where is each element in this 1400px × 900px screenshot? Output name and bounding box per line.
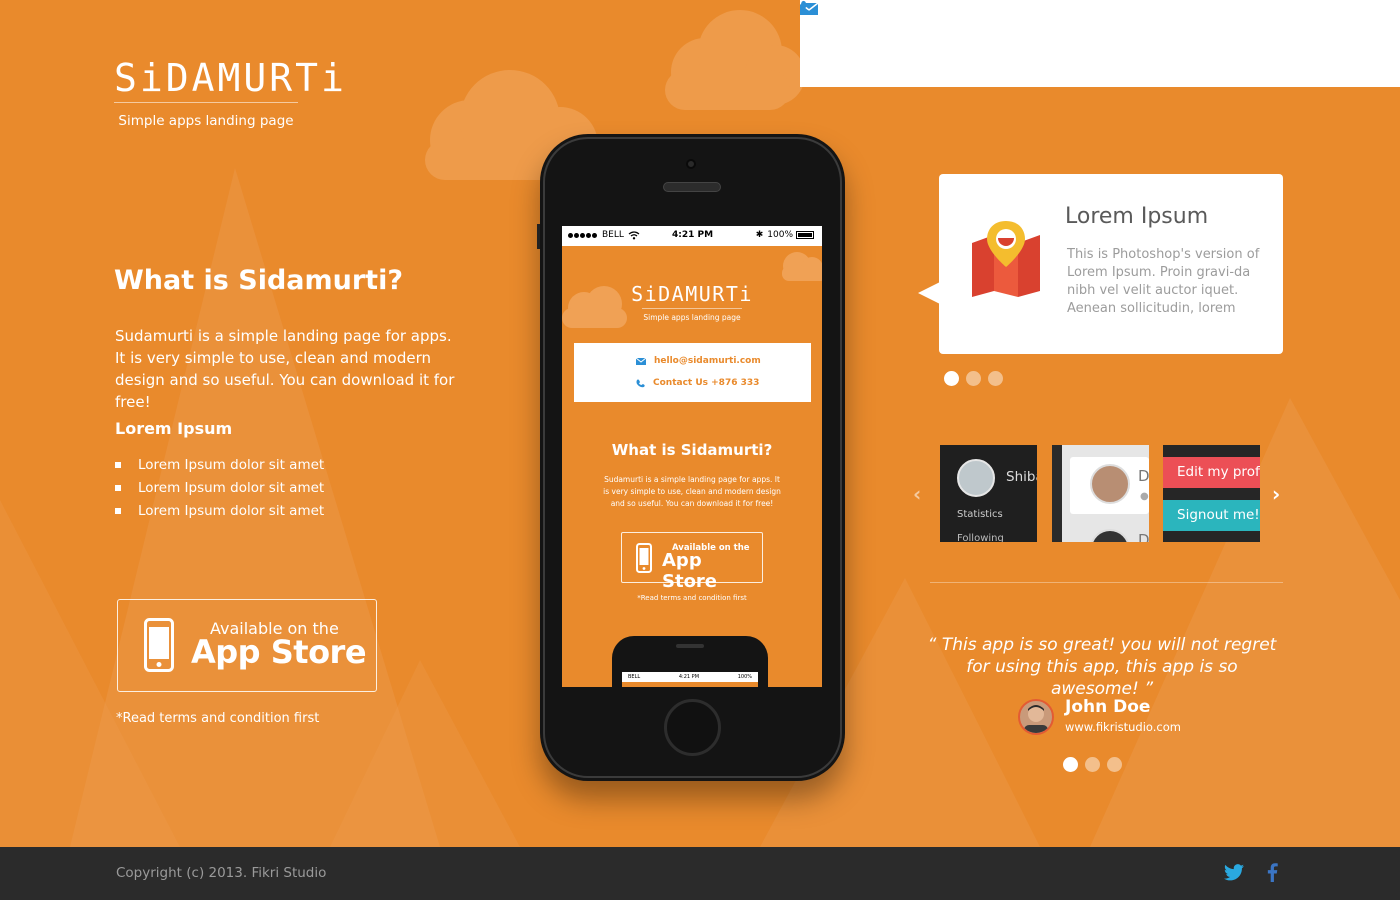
mobile-intro: Sudamurti is a simple landing page for a… — [603, 475, 781, 508]
screenshot-thumbnail[interactable]: Shiba Statistics Following — [940, 445, 1037, 542]
mobile-terms: *Read terms and condition first — [637, 594, 747, 602]
intro-text: Sudamurti is a simple landing page for a… — [115, 327, 455, 411]
feature-text: This is Photoshop's version of Lorem Ips… — [1067, 247, 1260, 316]
home-button — [664, 699, 721, 756]
camera-icon — [686, 159, 696, 169]
battery-label: 100% — [767, 230, 793, 240]
smartphone-icon — [636, 543, 652, 573]
phone-screen: BELL 4:21 PM ✱ 100% SiDAMURTi Simple app… — [562, 226, 822, 687]
speaker-grille — [663, 182, 721, 192]
pager-dot[interactable] — [1107, 757, 1122, 772]
testimonial-quote: “ This app is so great! you will not reg… — [927, 635, 1277, 699]
list-item: Lorem Ipsum dolor sit amet — [115, 499, 324, 522]
pager-dot[interactable] — [966, 371, 981, 386]
bullet-icon — [115, 484, 121, 491]
status-bar: BELL 4:21 PM ✱ 100% — [562, 226, 822, 246]
wifi-icon — [628, 230, 640, 239]
screenshot-thumbnail[interactable]: D ● D — [1052, 445, 1149, 542]
avatar — [957, 459, 995, 497]
logo-wordmark: SiDAMURTi — [114, 56, 344, 103]
copyright-text: Copyright (c) 2013. Fikri Studio — [116, 865, 327, 881]
map-pin-icon — [972, 221, 1040, 297]
nested-phone-mockup: BELL 4:21 PM 100% — [612, 636, 768, 687]
signal-icon — [568, 232, 598, 238]
bluetooth-icon: ✱ — [755, 230, 764, 240]
contact-phone[interactable]: Contact Us +876 333 — [800, 0, 1007, 20]
features-subheading: Lorem Ipsum — [115, 419, 233, 438]
feature-title: Lorem Ipsum — [1065, 204, 1209, 229]
avatar — [1018, 699, 1054, 735]
cloud-icon — [782, 252, 822, 281]
list-item: Lorem Ipsum dolor sit amet — [115, 453, 324, 476]
feature-card: Lorem Ipsum This is Photoshop's version … — [939, 174, 1283, 354]
chevron-left-icon[interactable]: ‹ — [913, 482, 921, 506]
pager-dot-active[interactable] — [1063, 757, 1078, 772]
app-store-button[interactable]: Available on the App Store — [117, 599, 377, 692]
phone-mockup: BELL 4:21 PM ✱ 100% SiDAMURTi Simple app… — [537, 134, 845, 781]
mobile-app-store-button[interactable]: Available on the App Store — [621, 532, 763, 592]
author-name: John Doe — [1065, 697, 1151, 717]
terms-link[interactable]: *Read terms and condition first — [116, 711, 319, 726]
testimonial-pager — [1063, 757, 1129, 772]
mobile-logo: SiDAMURTi Simple apps landing page — [631, 282, 753, 322]
brand-logo[interactable]: SiDAMURTi Simple apps landing page — [114, 56, 344, 129]
twitter-icon[interactable] — [1224, 864, 1244, 881]
status-time: 4:21 PM — [672, 230, 714, 240]
feature-list: Lorem Ipsum dolor sit amet Lorem Ipsum d… — [115, 453, 324, 522]
intro-heading: What is Sidamurti? — [114, 265, 403, 296]
carrier-label: BELL — [602, 230, 624, 240]
nested-status-bar: BELL 4:21 PM 100% — [622, 672, 758, 682]
mobile-contact-box: hello@sidamurti.com Contact Us +876 333 — [574, 343, 811, 402]
mobile-phone[interactable]: Contact Us +876 333 — [636, 378, 759, 388]
location-icon: ● — [1140, 491, 1149, 502]
app-store-label: App Store — [191, 633, 367, 671]
card-pointer — [918, 282, 940, 304]
footer: Copyright (c) 2013. Fikri Studio — [0, 847, 1400, 900]
pager-dot[interactable] — [1085, 757, 1100, 772]
hero-section: SiDAMURTi Simple apps landing page What … — [0, 0, 1400, 847]
feature-pager — [944, 371, 1010, 386]
pager-dot[interactable] — [988, 371, 1003, 386]
chevron-right-icon[interactable]: › — [1272, 482, 1280, 506]
phone-icon — [800, 0, 816, 15]
mobile-heading: What is Sidamurti? — [611, 441, 773, 459]
facebook-icon[interactable] — [1267, 863, 1278, 882]
bullet-icon — [115, 461, 121, 468]
screenshot-thumbnail[interactable]: Edit my profile Signout me! — [1163, 445, 1260, 542]
mobile-email[interactable]: hello@sidamurti.com — [636, 356, 761, 366]
logo-tagline: Simple apps landing page — [118, 113, 294, 129]
battery-icon — [796, 231, 814, 239]
list-item: Lorem Ipsum dolor sit amet — [115, 476, 324, 499]
envelope-icon — [636, 357, 646, 365]
smartphone-icon — [144, 618, 174, 672]
bullet-icon — [115, 507, 121, 514]
author-website[interactable]: www.fikristudio.com — [1065, 720, 1181, 734]
pager-dot-active[interactable] — [944, 371, 959, 386]
avatar — [1090, 464, 1130, 504]
phone-icon — [636, 379, 645, 387]
divider — [930, 582, 1283, 583]
